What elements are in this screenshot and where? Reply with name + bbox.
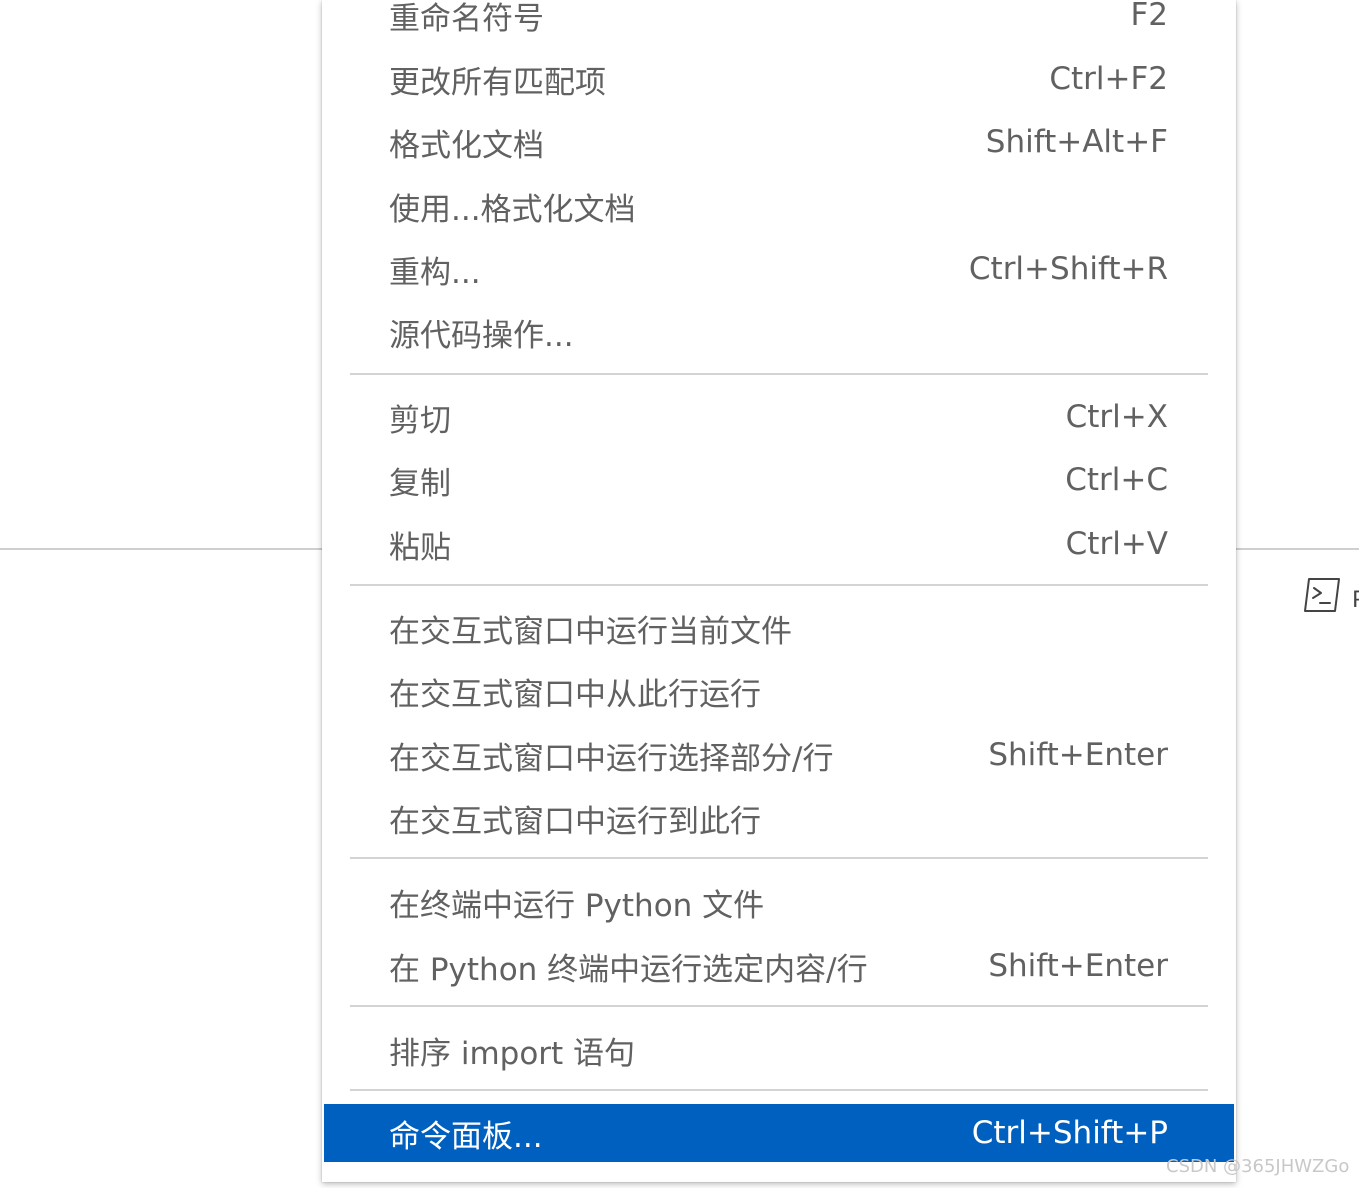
- menu-item-format-document-with[interactable]: 使用...格式化文档: [324, 177, 1234, 235]
- menu-item-label: 在交互式窗口中运行选择部分/行: [389, 740, 834, 777]
- menu-item-label: 在交互式窗口中运行到此行: [389, 803, 761, 840]
- menu-item-run-current-file-interactive[interactable]: 在交互式窗口中运行当前文件: [324, 599, 1234, 657]
- menu-item-run-selection-interactive[interactable]: 在交互式窗口中运行选择部分/行 Shift+Enter: [324, 726, 1234, 784]
- menu-item-run-python-file-in-terminal[interactable]: 在终端中运行 Python 文件: [324, 873, 1234, 931]
- menu-item-label: 重构...: [389, 254, 481, 291]
- menu-item-label: 格式化文档: [389, 127, 544, 164]
- menu-item-shortcut: F2: [1130, 0, 1168, 33]
- menu-separator: [350, 1089, 1208, 1091]
- menu-separator: [350, 584, 1208, 586]
- menu-item-format-document[interactable]: 格式化文档 Shift+Alt+F: [324, 113, 1234, 171]
- menu-item-shortcut: Shift+Alt+F: [985, 124, 1168, 160]
- menu-item-copy[interactable]: 复制 Ctrl+C: [324, 451, 1234, 509]
- terminal-icon[interactable]: [1303, 577, 1341, 617]
- menu-item-run-from-line-interactive[interactable]: 在交互式窗口中从此行运行: [324, 662, 1234, 720]
- panel-divider-left: [0, 548, 324, 550]
- menu-separator: [350, 373, 1208, 375]
- menu-item-label: 复制: [389, 465, 451, 502]
- menu-item-label: 使用...格式化文档: [389, 191, 636, 228]
- menu-item-label: 在 Python 终端中运行选定内容/行: [389, 951, 868, 988]
- menu-item-command-palette[interactable]: 命令面板... Ctrl+Shift+P: [324, 1104, 1234, 1162]
- menu-item-shortcut: Ctrl+V: [1065, 526, 1168, 562]
- menu-item-paste[interactable]: 粘贴 Ctrl+V: [324, 515, 1234, 573]
- menu-item-run-to-line-interactive[interactable]: 在交互式窗口中运行到此行: [324, 789, 1234, 847]
- menu-item-shortcut: Shift+Enter: [988, 737, 1168, 773]
- watermark: CSDN @365JHWZGo: [1166, 1156, 1350, 1177]
- menu-item-shortcut: Ctrl+C: [1065, 462, 1168, 498]
- menu-item-label: 命令面板...: [389, 1118, 543, 1155]
- menu-item-label: 在终端中运行 Python 文件: [389, 887, 765, 924]
- menu-separator: [350, 857, 1208, 859]
- menu-item-run-selection-in-python-terminal[interactable]: 在 Python 终端中运行选定内容/行 Shift+Enter: [324, 937, 1234, 995]
- menu-item-label: 更改所有匹配项: [389, 64, 606, 101]
- menu-item-label: 在交互式窗口中从此行运行: [389, 676, 761, 713]
- panel-tab-label-truncated[interactable]: P: [1352, 588, 1359, 614]
- menu-item-shortcut: Ctrl+Shift+R: [968, 251, 1168, 287]
- editor-context-menu: 重命名符号 F2 更改所有匹配项 Ctrl+F2 格式化文档 Shift+Alt…: [322, 0, 1236, 1182]
- menu-item-change-all-occurrences[interactable]: 更改所有匹配项 Ctrl+F2: [324, 50, 1234, 108]
- menu-item-sort-imports[interactable]: 排序 import 语句: [324, 1021, 1234, 1079]
- menu-item-source-action[interactable]: 源代码操作...: [324, 303, 1234, 361]
- menu-item-refactor[interactable]: 重构... Ctrl+Shift+R: [324, 240, 1234, 298]
- menu-item-label: 源代码操作...: [389, 317, 574, 354]
- menu-item-shortcut: Shift+Enter: [988, 948, 1168, 984]
- menu-separator: [350, 1005, 1208, 1007]
- menu-item-label: 剪切: [389, 402, 451, 439]
- menu-item-label: 在交互式窗口中运行当前文件: [389, 613, 792, 650]
- menu-item-rename-symbol[interactable]: 重命名符号 F2: [324, 0, 1234, 44]
- menu-item-cut[interactable]: 剪切 Ctrl+X: [324, 388, 1234, 446]
- menu-item-label: 粘贴: [389, 529, 451, 566]
- menu-item-shortcut: Ctrl+Shift+P: [971, 1115, 1168, 1151]
- menu-item-label: 重命名符号: [389, 0, 544, 37]
- menu-item-label: 排序 import 语句: [389, 1035, 636, 1072]
- panel-divider-right: [1236, 548, 1359, 550]
- menu-item-shortcut: Ctrl+F2: [1049, 61, 1168, 97]
- menu-item-shortcut: Ctrl+X: [1065, 399, 1168, 435]
